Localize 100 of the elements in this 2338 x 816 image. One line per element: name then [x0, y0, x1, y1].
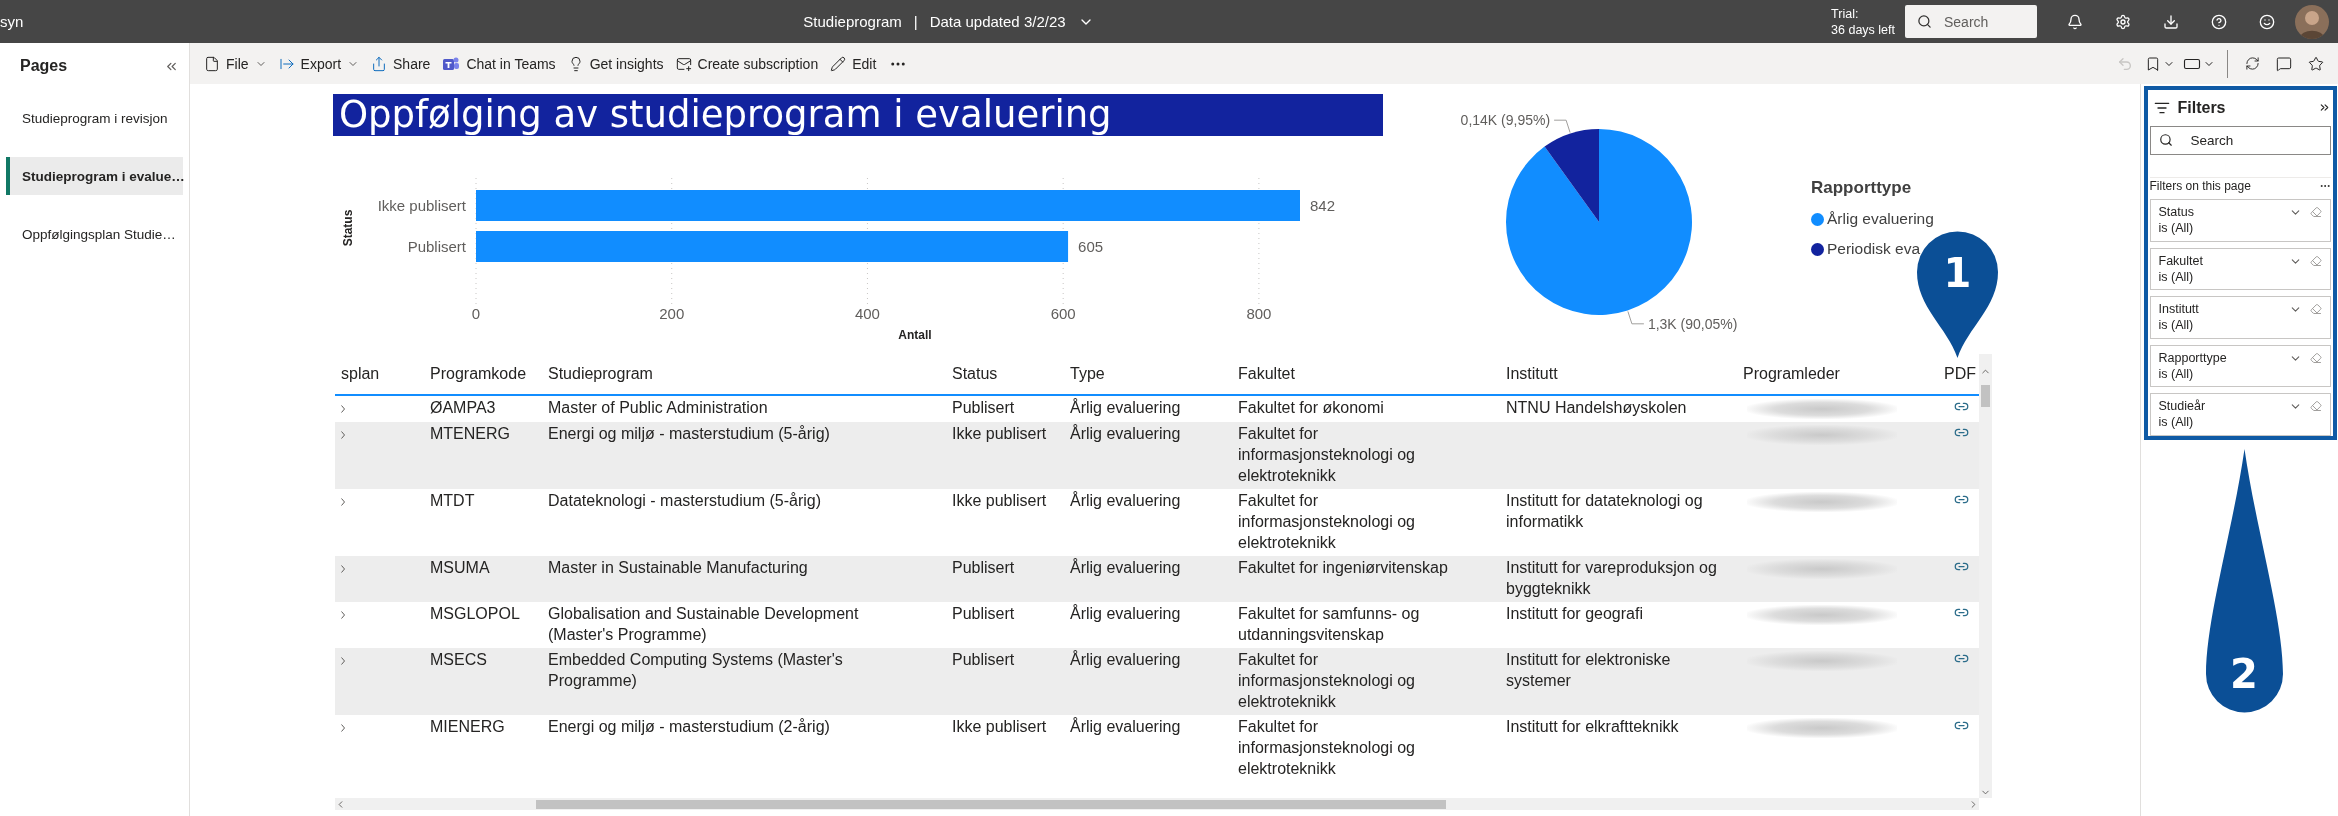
- toolbar-button[interactable]: Export: [272, 47, 366, 80]
- page-item[interactable]: Studieprogram i evalue…: [6, 157, 183, 195]
- eraser-icon[interactable]: [2309, 206, 2322, 219]
- search-field[interactable]: Search: [2149, 125, 2331, 156]
- table-row[interactable]: MSUMA Master in Sustainable Manufacturing Publisert Årlig evaluering Fakultet for ingeniørvitenskap Institutt for vareproduksjon og byggteknikk: [335, 556, 1979, 602]
- table-cell: NTNU Handelshøyskolen: [1506, 399, 1687, 416]
- report-title: Studieprogram: [803, 13, 902, 30]
- column-header[interactable]: Programleder: [1737, 365, 1938, 383]
- table-cell: MIENERG: [430, 718, 505, 735]
- tick-label: 0: [471, 305, 481, 322]
- table-cell: MSUMA: [430, 559, 490, 576]
- scroll-thumb[interactable]: [536, 799, 1446, 809]
- table-cell: Master of Public Administration: [548, 399, 768, 416]
- trial-days: 36 days left: [1831, 21, 1895, 38]
- filter-name: Studieår: [2158, 398, 2207, 415]
- filter-card[interactable]: Status is (All): [2149, 199, 2331, 242]
- slice-label: 1,3K (90,05%): [1647, 315, 1738, 332]
- separator: |: [913, 13, 918, 30]
- table-cell: MSGLOPOL: [430, 605, 520, 622]
- category-label: Publisert: [407, 238, 466, 255]
- toolbar-button[interactable]: File: [198, 47, 273, 80]
- filter-value: is (All): [2158, 317, 2195, 334]
- tick-label: 400: [854, 305, 880, 322]
- filter-value: is (All): [2158, 268, 2195, 285]
- table-row[interactable]: MTENERG Energi og miljø - masterstudium (5-årig) Ikke publisert Årlig evaluering Fakultet for informasjonsteknologi og elektroteknikk: [335, 422, 1979, 489]
- toolbar-button[interactable]: Get insights: [561, 47, 670, 80]
- legend-title: Rapporttype: [1811, 178, 1913, 198]
- filter-card[interactable]: Fakultet is (All): [2149, 247, 2331, 291]
- category-label: Ikke publisert: [377, 197, 466, 214]
- filter-value: is (All): [2158, 414, 2195, 431]
- table-cell: Fakultet for informasjonsteknologi og elektroteknikk: [1238, 492, 1415, 551]
- section-label: Filters on this page: [2149, 178, 2251, 193]
- table-cell: Årlig evaluering: [1070, 425, 1181, 442]
- toolbar-button[interactable]: Share: [365, 47, 437, 80]
- table-cell: Publisert: [952, 605, 1015, 622]
- toolbar-button[interactable]: Edit: [824, 47, 883, 80]
- eraser-icon[interactable]: [2309, 400, 2322, 413]
- table-cell: Fakultet for informasjonsteknologi og elektroteknikk: [1238, 425, 1415, 484]
- table-cell: Årlig evaluering: [1070, 492, 1181, 509]
- scroll-thumb[interactable]: [1981, 385, 1990, 407]
- table-cell: Master in Sustainable Manufacturing: [548, 559, 808, 576]
- column-header[interactable]: Fakultet: [1232, 365, 1500, 383]
- tick-label: 200: [659, 305, 685, 322]
- toolbar-button[interactable]: Create subscription: [669, 47, 825, 80]
- table-cell: Institutt for vareproduksjon og byggteknikk: [1506, 559, 1717, 597]
- vertical-scrollbar[interactable]: [1979, 354, 1992, 798]
- filter-value: is (All): [2158, 220, 2195, 237]
- axis-title: Antall: [898, 328, 932, 342]
- table-cell: Fakultet for økonomi: [1238, 399, 1384, 416]
- table-cell: Årlig evaluering: [1070, 651, 1181, 668]
- table-cell: Institutt for datateknologi og informatikk: [1506, 492, 1703, 530]
- avatar[interactable]: [2295, 4, 2329, 39]
- column-header[interactable]: Institutt: [1500, 365, 1737, 383]
- legend-label: Årlig evaluering: [1827, 210, 1934, 228]
- table-cell: Institutt for elektroniske systemer: [1506, 651, 1671, 689]
- data-label: 605: [1078, 238, 1104, 255]
- filters-title: Filters: [2177, 98, 2227, 117]
- column-header[interactable]: splan: [335, 365, 424, 383]
- table-cell: Institutt for geografi: [1506, 605, 1643, 622]
- filter-name: Institutt: [2158, 301, 2200, 318]
- data-updated: Data updated 3/2/23: [929, 13, 1066, 30]
- column-header[interactable]: PDF: [1938, 365, 1979, 383]
- eraser-icon[interactable]: [2309, 303, 2322, 316]
- page-item[interactable]: Oppfølgingsplan Studie…: [6, 215, 183, 253]
- eraser-icon[interactable]: [2309, 351, 2322, 364]
- table-cell: Årlig evaluering: [1070, 718, 1181, 735]
- column-header[interactable]: Type: [1064, 365, 1232, 383]
- column-header[interactable]: Programkode: [424, 365, 542, 383]
- page-item[interactable]: Studieprogram i revisjon: [6, 99, 183, 137]
- filter-card[interactable]: Rapporttype is (All): [2149, 344, 2331, 388]
- search-field[interactable]: Search: [1905, 5, 2037, 38]
- table-cell: ØAMPA3: [430, 399, 496, 416]
- toolbar-button[interactable]: Chat in Teams: [436, 47, 562, 80]
- table-cell: Energi og miljø - masterstudium (2-årig): [548, 718, 830, 735]
- column-header[interactable]: Studieprogram: [542, 365, 946, 383]
- search-icon: [2158, 133, 2173, 148]
- leader-line: [1627, 310, 1645, 325]
- filter-card[interactable]: Studieår is (All): [2149, 393, 2331, 436]
- filter-name: Rapporttype: [2158, 349, 2228, 366]
- eraser-icon[interactable]: [2309, 254, 2322, 267]
- mail-plus-icon: [675, 55, 692, 72]
- horizontal-scrollbar[interactable]: [335, 798, 1979, 810]
- table-cell: Embedded Computing Systems (Master's Programme): [548, 651, 843, 689]
- tick-label: 600: [1050, 305, 1076, 322]
- leader-line: [1553, 119, 1571, 134]
- table-cell: Publisert: [952, 651, 1015, 668]
- pages-title: Pages: [20, 57, 68, 75]
- data-label: 842: [1310, 197, 1336, 214]
- filter-name: Fakultet: [2158, 252, 2204, 269]
- column-header[interactable]: Status: [946, 365, 1064, 383]
- trial-label: Trial:: [1831, 5, 1860, 22]
- table-cell: Fakultet for informasjonsteknologi og elektroteknikk: [1238, 651, 1415, 710]
- table-cell: Ikke publisert: [952, 425, 1047, 442]
- axis-title: Status: [341, 209, 355, 247]
- filter-name: Status: [2158, 204, 2195, 221]
- table-cell: MSECS: [430, 651, 487, 668]
- table-cell: Globalisation and Sustainable Development (Master's Programme): [548, 605, 859, 643]
- filter-card[interactable]: Institutt is (All): [2149, 296, 2331, 339]
- table-row[interactable]: MSECS Embedded Computing Systems (Master's Programme) Publisert Årlig evaluering Fakultet for informasjonsteknologi og elektroteknikk Institutt for elektroniske systemer: [335, 648, 1979, 715]
- table-cell: Årlig evaluering: [1070, 559, 1181, 576]
